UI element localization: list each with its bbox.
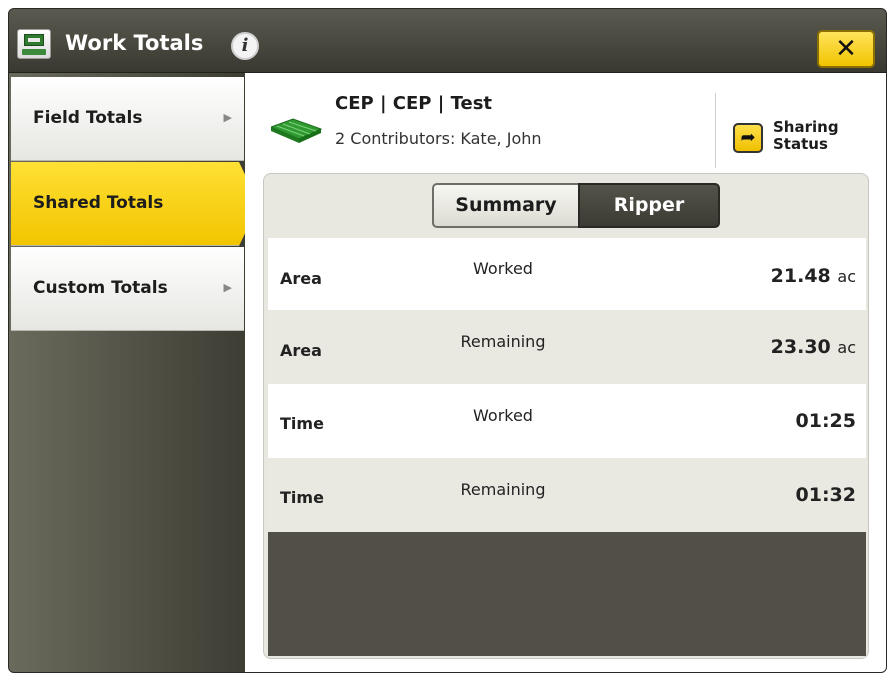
info-icon[interactable]: i xyxy=(231,32,259,60)
chevron-right-icon: ▶ xyxy=(223,281,232,294)
main-panel: Summary Ripper Area Worked 21.48 ac Area… xyxy=(245,169,886,672)
sidebar-item-label: Field Totals xyxy=(33,108,143,128)
sidebar-item-field-totals[interactable]: Field Totals ▶ xyxy=(11,77,244,161)
title-bar: Work Totals i ✕ xyxy=(9,9,886,73)
implement-icon xyxy=(271,118,323,143)
row-value-group: 21.48 ac xyxy=(771,265,856,287)
totals-panel: Summary Ripper Area Worked 21.48 ac Area… xyxy=(263,173,869,659)
row-unit: ac xyxy=(837,267,856,286)
tab-summary[interactable]: Summary xyxy=(432,183,578,228)
sharing-status-label: Sharing Status xyxy=(773,118,839,153)
row-name: Time xyxy=(280,414,324,433)
row-value: 23.30 xyxy=(770,336,831,358)
field-header: CEP | CEP | Test 2 Contributors: Kate, J… xyxy=(245,73,886,169)
table-row: Time Remaining 01:32 xyxy=(268,458,866,532)
row-value: 01:25 xyxy=(795,410,856,432)
sidebar-item-label: Shared Totals xyxy=(33,193,164,213)
row-type: Remaining xyxy=(460,480,546,499)
table-row: Time Worked 01:25 xyxy=(268,384,866,458)
window-title: Work Totals xyxy=(65,31,204,55)
field-title: CEP | CEP | Test xyxy=(335,93,493,114)
row-name: Area xyxy=(280,341,322,360)
close-icon: ✕ xyxy=(835,34,857,64)
row-unit: ac xyxy=(837,338,856,357)
row-name: Area xyxy=(280,269,322,288)
sharing-status-button[interactable]: ➦ Sharing Status xyxy=(733,117,883,161)
tab-ripper[interactable]: Ripper xyxy=(578,183,720,228)
app-icon xyxy=(17,29,51,59)
sidebar-item-custom-totals[interactable]: Custom Totals ▶ xyxy=(11,247,244,331)
table-row: Area Worked 21.48 ac xyxy=(268,238,866,310)
row-value-group: 23.30 ac xyxy=(771,336,856,358)
sidebar-item-shared-totals[interactable]: Shared Totals xyxy=(11,162,259,246)
sidebar-item-label: Custom Totals xyxy=(33,278,168,298)
row-value-group: 01:32 xyxy=(796,484,856,506)
work-totals-window: Work Totals i ✕ Field Totals ▶ Shared To… xyxy=(8,8,887,673)
chevron-right-icon: ▶ xyxy=(223,111,232,124)
row-type: Worked xyxy=(473,259,533,278)
sharing-status-text: Sharing Status xyxy=(773,118,839,153)
row-value-group: 01:25 xyxy=(796,410,856,432)
totals-table: Area Worked 21.48 ac Area Remaining 23.3… xyxy=(268,238,866,656)
contributors-text: 2 Contributors: Kate, John xyxy=(335,129,542,148)
share-arrow-icon: ➦ xyxy=(733,123,763,153)
table-row: Area Remaining 23.30 ac xyxy=(268,310,866,384)
row-name: Time xyxy=(280,488,324,507)
close-button[interactable]: ✕ xyxy=(817,30,875,68)
row-type: Remaining xyxy=(460,332,546,351)
row-value: 21.48 xyxy=(770,265,831,287)
row-value: 01:32 xyxy=(795,484,856,506)
header-divider xyxy=(715,93,716,168)
sidebar: Field Totals ▶ Shared Totals Custom Tota… xyxy=(9,73,259,672)
row-type: Worked xyxy=(473,406,533,425)
